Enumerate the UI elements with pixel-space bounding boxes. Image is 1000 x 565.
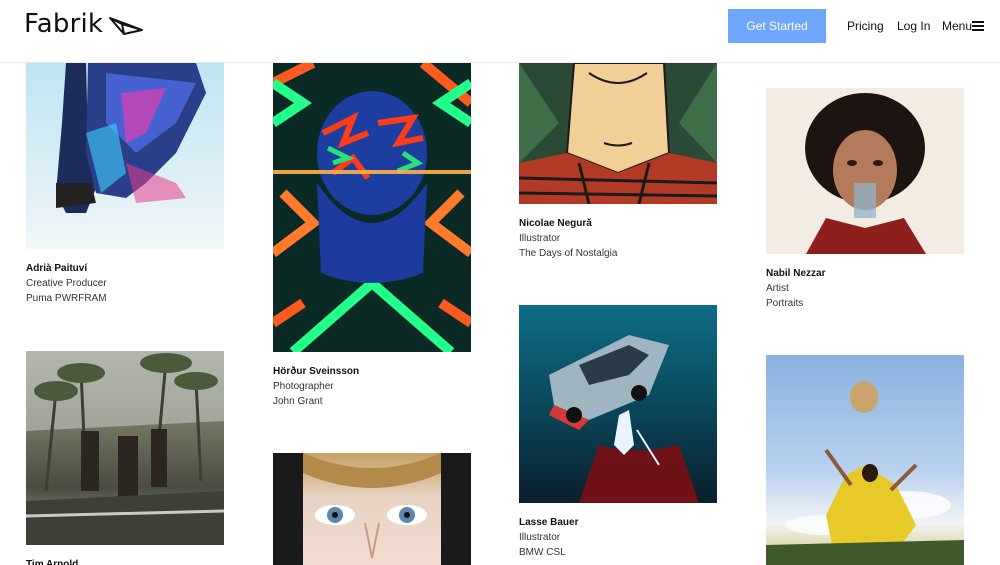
portfolio-image[interactable] — [26, 63, 224, 249]
artist-name[interactable]: Hörður Sveinsson — [273, 364, 471, 379]
portfolio-image[interactable] — [273, 453, 471, 565]
project-title[interactable]: Portraits — [766, 296, 964, 311]
portfolio-image[interactable] — [26, 351, 224, 545]
portfolio-card-nicolae[interactable]: Nicolae Negură Illustrator The Days of N… — [519, 63, 717, 261]
artist-role: Creative Producer — [26, 278, 107, 289]
artist-name[interactable]: Nabil Nezzar — [766, 266, 964, 281]
get-started-button[interactable]: Get Started — [728, 9, 826, 43]
portfolio-image[interactable] — [519, 305, 717, 503]
artist-name[interactable]: Lasse Bauer — [519, 515, 717, 530]
site-header: Fabrik Get Started Pricing Log In Menu — [0, 0, 1000, 63]
portfolio-image[interactable] — [519, 63, 717, 204]
portfolio-card-adria[interactable]: Adrià Paituví Creative Producer Puma PWR… — [26, 63, 224, 306]
artist-role: Illustrator — [519, 233, 561, 244]
portfolio-image[interactable] — [273, 63, 471, 352]
hamburger-icon[interactable] — [972, 21, 984, 31]
portfolio-card-portrait[interactable] — [273, 453, 471, 565]
artist-name[interactable]: Nicolae Negură — [519, 216, 717, 231]
nav-login-link[interactable]: Log In — [897, 19, 930, 33]
artist-role: Illustrator — [519, 532, 561, 543]
project-title[interactable]: The Days of Nostalgia — [519, 246, 717, 261]
portfolio-card-sky[interactable] — [766, 355, 964, 565]
brand-logo[interactable]: Fabrik — [24, 9, 103, 39]
portfolio-card-hordur[interactable]: Hörður Sveinsson Photographer John Grant — [273, 63, 471, 409]
project-title[interactable]: John Grant — [273, 394, 471, 409]
paper-plane-icon — [109, 17, 143, 35]
portfolio-card-nabil[interactable]: Nabil Nezzar Artist Portraits — [766, 88, 964, 311]
artist-name[interactable]: Adrià Paituví — [26, 261, 224, 276]
project-title[interactable]: BMW CSL — [519, 545, 717, 560]
portfolio-image[interactable] — [766, 355, 964, 565]
artist-role: Artist — [766, 283, 789, 294]
nav-menu-link[interactable]: Menu — [942, 19, 972, 33]
artist-role: Photographer — [273, 381, 334, 392]
artist-name[interactable]: Tim Arnold — [26, 557, 224, 565]
project-title[interactable]: Puma PWRFRAM — [26, 291, 224, 306]
nav-pricing-link[interactable]: Pricing — [847, 19, 884, 33]
portfolio-card-lasse[interactable]: Lasse Bauer Illustrator BMW CSL — [519, 305, 717, 560]
portfolio-card-tim[interactable]: Tim Arnold — [26, 351, 224, 565]
portfolio-image[interactable] — [766, 88, 964, 254]
